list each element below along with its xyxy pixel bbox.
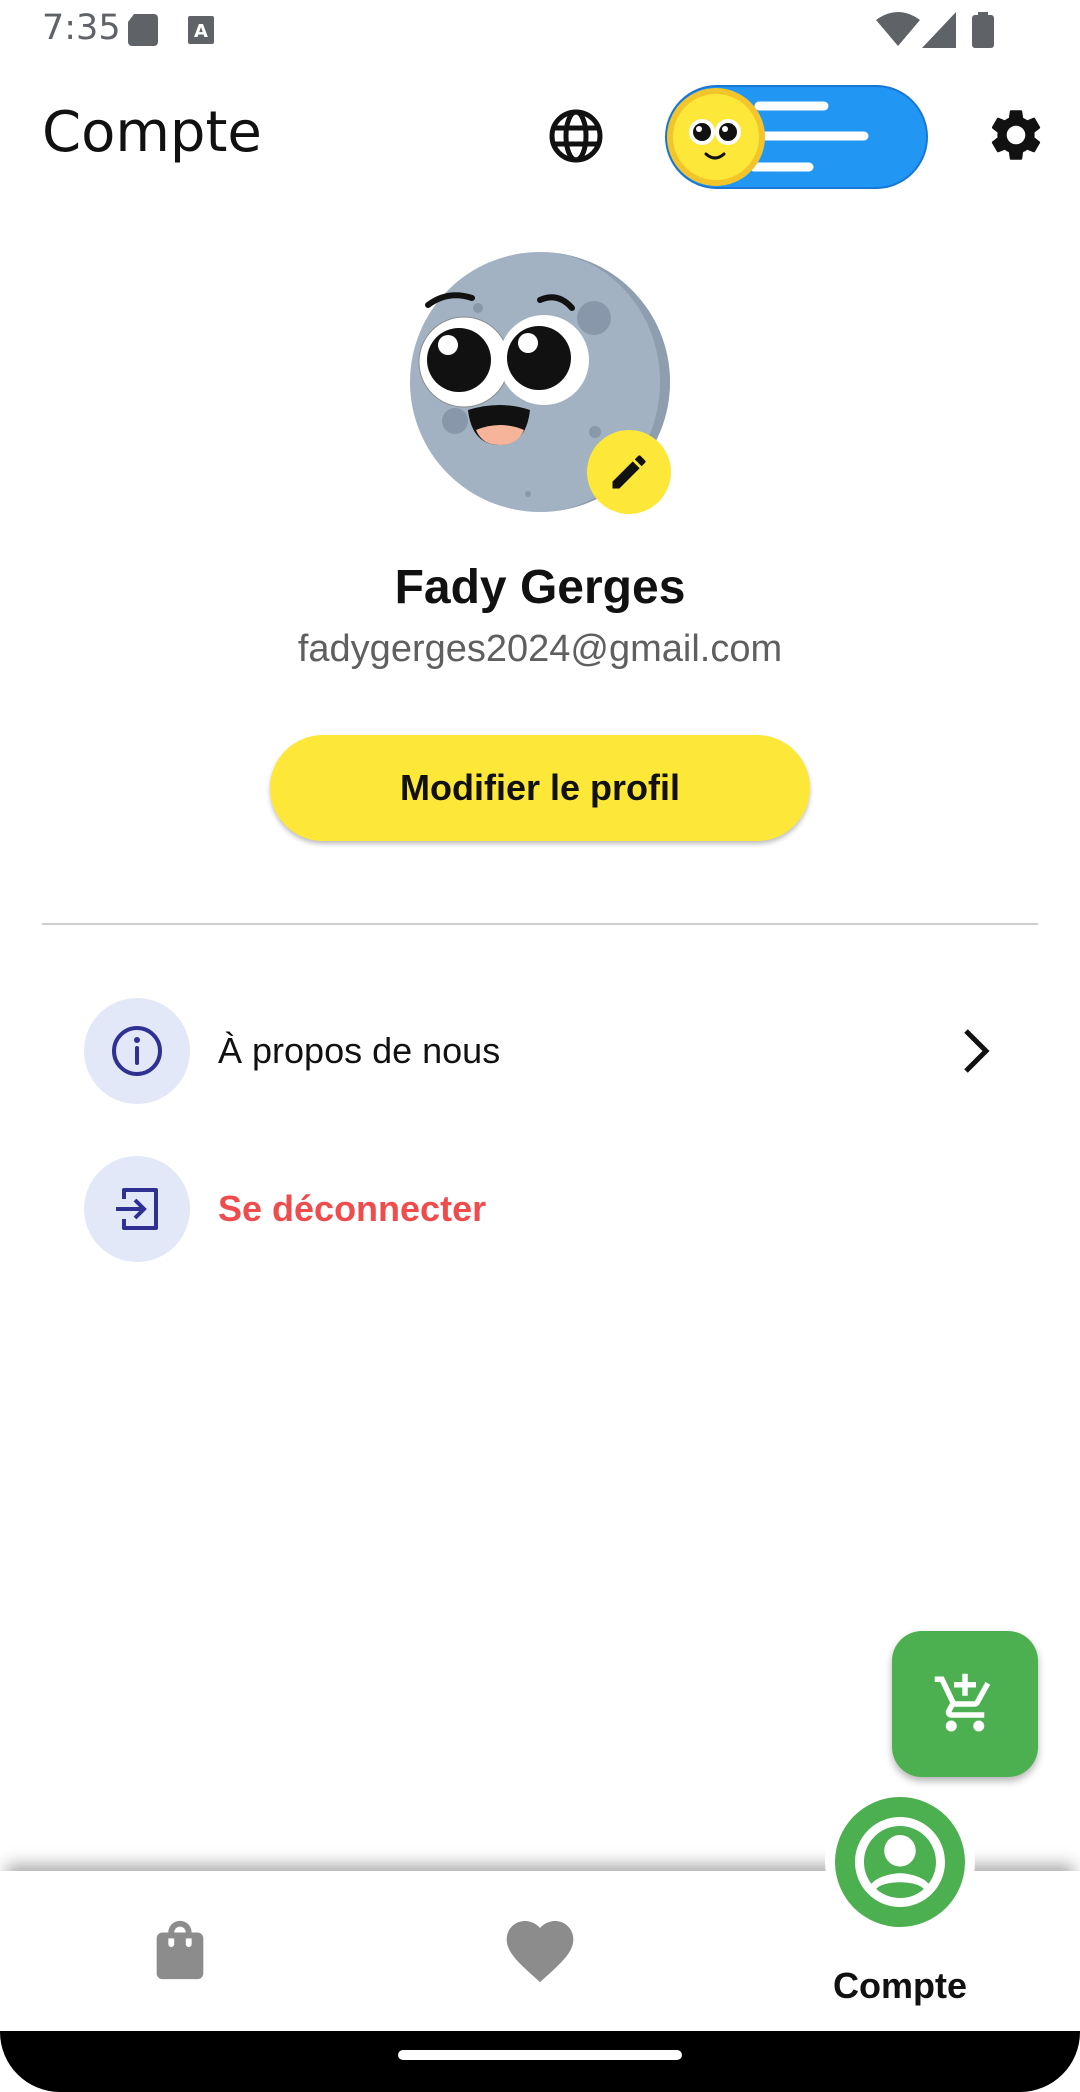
account-circle-icon (855, 1817, 945, 1907)
edit-profile-button[interactable]: Modifier le profil (270, 735, 810, 841)
nav-item-label: Compte (833, 1965, 967, 2006)
heart-icon (506, 1921, 574, 1983)
nav-item-account[interactable]: Compte (720, 1787, 1080, 2031)
pencil-icon (612, 455, 646, 489)
home-gesture-handle[interactable] (398, 2050, 682, 2060)
user-email: fadygerges2024@gmail.com (297, 628, 783, 670)
menu-icon-background (84, 1156, 190, 1262)
edit-avatar-button[interactable] (587, 430, 671, 514)
sd-card-icon (128, 14, 158, 46)
menu-item-about[interactable]: À propos de nous (84, 998, 1004, 1104)
cart-plus-icon (934, 1673, 991, 1732)
sun-face-icon (667, 88, 765, 186)
user-name: Fady Gerges (394, 561, 686, 614)
system-gesture-bar (0, 2031, 1080, 2092)
globe-icon (549, 109, 603, 163)
menu-icon-background (84, 998, 190, 1104)
menu-item-label: Se déconnecter (218, 1188, 487, 1229)
app-bar: Compte (0, 80, 1080, 190)
menu-item-label: À propos de nous (218, 1030, 501, 1071)
battery-icon (972, 12, 994, 48)
status-time: 7:35 (42, 8, 121, 48)
nav-account-circle (825, 1787, 975, 1937)
settings-button[interactable] (985, 104, 1047, 166)
logout-icon (116, 1188, 158, 1230)
keyboard-a-icon: A (188, 16, 214, 44)
nav-account-inner (835, 1797, 965, 1927)
bottom-navigation: Compte (0, 1787, 1080, 2031)
wifi-icon (876, 12, 920, 46)
info-icon (112, 1026, 162, 1076)
nav-item-favorites[interactable] (360, 1871, 720, 2031)
divider (42, 923, 1038, 925)
menu-item-logout[interactable]: Se déconnecter (84, 1156, 1004, 1262)
status-bar: 7:35 A (0, 0, 1080, 62)
svg-text:A: A (194, 21, 208, 42)
cell-signal-icon (922, 12, 956, 48)
add-to-cart-fab[interactable] (892, 1631, 1038, 1777)
theme-toggle[interactable] (664, 84, 929, 190)
language-button[interactable] (546, 106, 606, 166)
shopping-bag-icon (156, 1920, 204, 1980)
nav-item-shop[interactable] (0, 1871, 360, 2031)
gear-icon (991, 110, 1041, 160)
page-title: Compte (42, 100, 262, 165)
chevron-right-icon (964, 1029, 990, 1073)
